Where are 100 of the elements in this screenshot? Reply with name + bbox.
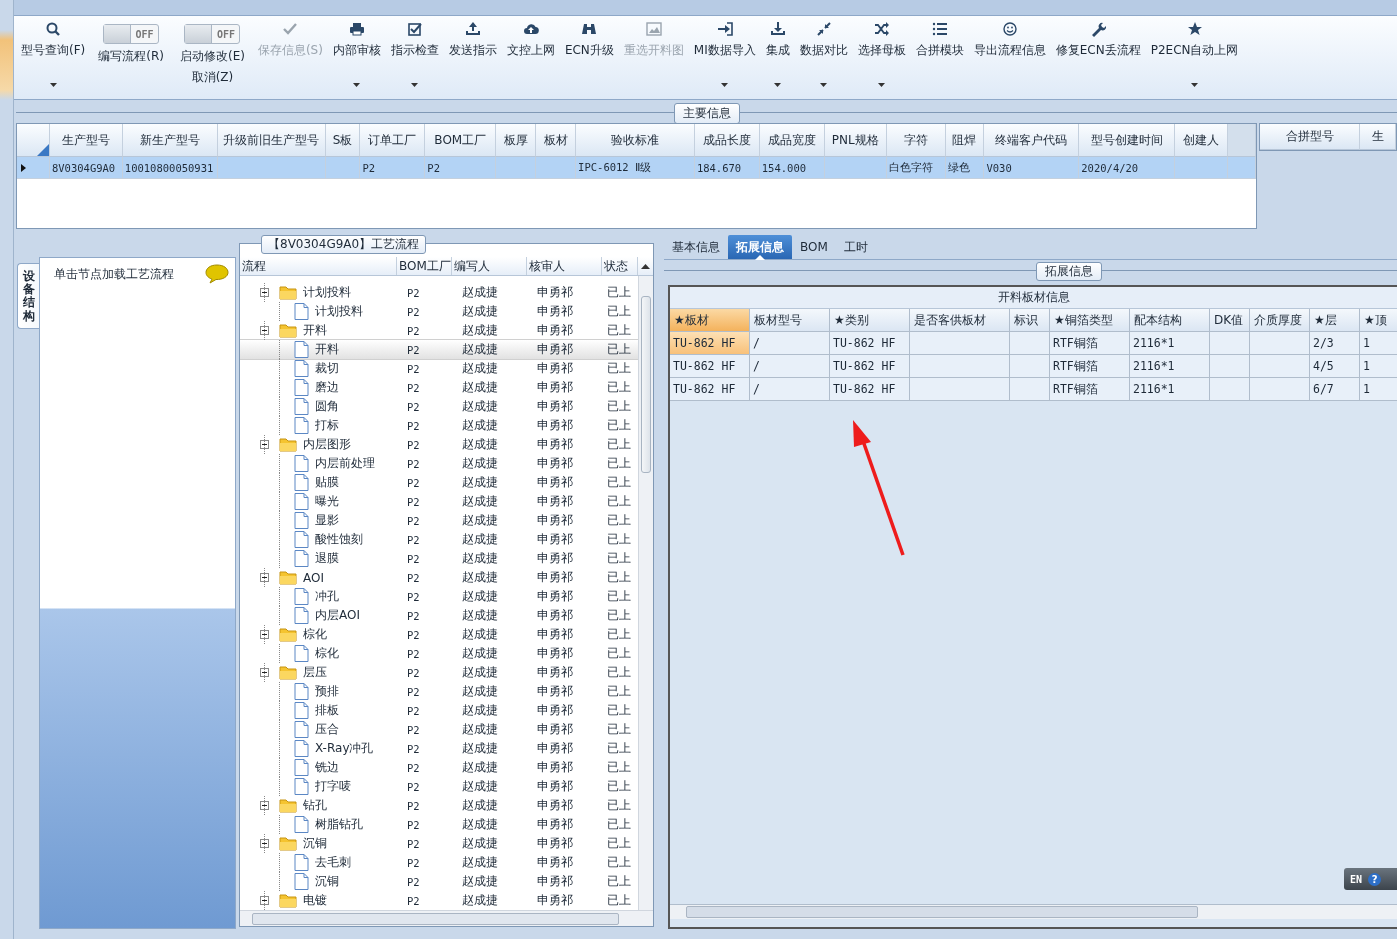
column-header[interactable]: 阻焊 (945, 124, 985, 157)
expander-icon[interactable] (260, 326, 269, 335)
toolbar-button[interactable]: 集成 (760, 16, 795, 94)
table-cell[interactable]: 6/7 (1310, 378, 1360, 401)
tree-row[interactable]: 去毛刺 P2 赵成捷 申勇祁 已上 (240, 853, 638, 872)
expander-icon[interactable] (260, 668, 269, 677)
column-header[interactable]: 生产型号 (49, 124, 123, 157)
tree-item[interactable]: 打字唛 (315, 778, 351, 795)
tree-item[interactable]: 内层前处理 (315, 455, 375, 472)
table-cell[interactable] (1210, 378, 1250, 401)
tree-item[interactable]: 圆角 (315, 398, 339, 415)
tree-row[interactable]: 计划投料 P2 赵成捷 申勇祁 已上 (240, 283, 638, 302)
column-header[interactable]: ★板材 (670, 309, 750, 332)
tree-item[interactable]: 排板 (315, 702, 339, 719)
column-header[interactable]: 验收标准 (576, 124, 695, 157)
column-header[interactable]: 字符 (886, 124, 946, 157)
toolbar-button[interactable]: MI数据导入 (688, 16, 761, 94)
toggle-switch[interactable]: OFF (103, 24, 160, 44)
expander-icon[interactable] (260, 440, 269, 449)
column-header[interactable]: 成品长度 (694, 124, 760, 157)
toolbar-button[interactable]: 合拼模块 (910, 16, 969, 94)
table-cell[interactable] (910, 378, 1010, 401)
tree-row[interactable]: 退膜 P2 赵成捷 申勇祁 已上 (240, 549, 638, 568)
tree-row[interactable]: 计划投料 P2 赵成捷 申勇祁 已上 (240, 302, 638, 321)
tree-item[interactable]: AOI (303, 570, 324, 585)
table-cell[interactable]: TU-862 HF (830, 332, 910, 355)
tree-row[interactable]: 压合 P2 赵成捷 申勇祁 已上 (240, 720, 638, 739)
table-cell[interactable]: 2/3 (1310, 332, 1360, 355)
tree-item[interactable]: 沉铜 (315, 873, 339, 890)
table-cell[interactable]: / (750, 378, 830, 401)
column-header[interactable]: 创建人 (1175, 124, 1229, 157)
toolbar-button[interactable]: 文控上网 (501, 16, 560, 94)
expander-icon[interactable] (260, 896, 269, 905)
tree-item[interactable]: 显影 (315, 512, 339, 529)
column-header[interactable]: 升级前旧生产型号 (217, 124, 326, 157)
tree-row[interactable]: 显影 P2 赵成捷 申勇祁 已上 (240, 511, 638, 530)
tree-row[interactable]: 酸性蚀刻 P2 赵成捷 申勇祁 已上 (240, 530, 638, 549)
column-header[interactable]: 型号创建时间 (1079, 124, 1176, 157)
table-cell[interactable]: 1 (1360, 378, 1397, 401)
sidebar-tab[interactable]: 设备结构 (17, 263, 39, 329)
column-header[interactable]: 核审人 (527, 257, 602, 275)
column-header[interactable]: 流程 (240, 257, 397, 275)
expander-icon[interactable] (260, 630, 269, 639)
table-cell[interactable]: TU-862 HF (830, 378, 910, 401)
column-header[interactable]: 成品宽度 (759, 124, 825, 157)
tree-item[interactable]: 开料 (315, 341, 339, 358)
scrollbar-thumb[interactable] (641, 296, 651, 473)
tree-row[interactable]: 冲孔 P2 赵成捷 申勇祁 已上 (240, 587, 638, 606)
tree-row[interactable]: 排板 P2 赵成捷 申勇祁 已上 (240, 701, 638, 720)
column-header[interactable]: S板 (325, 124, 361, 157)
tree-row[interactable]: 磨边 P2 赵成捷 申勇祁 已上 (240, 378, 638, 397)
language-indicator[interactable]: EN (1350, 873, 1363, 885)
tab[interactable]: BOM (792, 235, 836, 259)
tree-row[interactable]: AOI P2 赵成捷 申勇祁 已上 (240, 568, 638, 587)
toolbar-button[interactable]: 选择母板 (852, 16, 911, 94)
column-header[interactable]: 板材 (536, 124, 577, 157)
tree-item[interactable]: 曝光 (315, 493, 339, 510)
tree-row[interactable]: 内层图形 P2 赵成捷 申勇祁 已上 (240, 435, 638, 454)
tree-row[interactable]: X-Ray冲孔 P2 赵成捷 申勇祁 已上 (240, 739, 638, 758)
tree-item[interactable]: 磨边 (315, 379, 339, 396)
tree-item[interactable]: 去毛刺 (315, 854, 351, 871)
table-cell[interactable]: 2116*1 (1130, 355, 1210, 378)
tree-row[interactable]: 沉铜 P2 赵成捷 申勇祁 已上 (240, 834, 638, 853)
table-cell[interactable] (1210, 332, 1250, 355)
table-cell[interactable] (1250, 378, 1310, 401)
tree-row[interactable]: 棕化 P2 赵成捷 申勇祁 已上 (240, 625, 638, 644)
scrollbar-thumb[interactable] (686, 906, 1198, 918)
tree-item[interactable]: 内层图形 (303, 436, 351, 453)
column-header[interactable]: ★类别 (830, 309, 910, 332)
toggle-label[interactable]: 启动修改(E) (179, 48, 245, 65)
toolbar-button[interactable]: P2ECN自动上网 (1145, 16, 1244, 94)
tree-item[interactable]: 裁切 (315, 360, 339, 377)
table-cell[interactable]: 2116*1 (1130, 332, 1210, 355)
toolbar-button[interactable]: 型号查询(F) (16, 16, 91, 94)
table-cell[interactable]: TU-862 HF (670, 332, 750, 355)
column-header[interactable]: BOM工厂 (425, 124, 497, 157)
column-header[interactable]: PNL规格 (824, 124, 887, 157)
column-header[interactable]: 标识 (1010, 309, 1050, 332)
table-cell[interactable] (1010, 355, 1050, 378)
tree-item[interactable]: 贴膜 (315, 474, 339, 491)
toolbar-button[interactable]: ECN升级 (559, 16, 619, 94)
tree-item[interactable]: 酸性蚀刻 (315, 531, 363, 548)
column-header[interactable]: 生 (1360, 124, 1396, 150)
tree-row[interactable]: 层压 P2 赵成捷 申勇祁 已上 (240, 663, 638, 682)
tree-item[interactable]: 预排 (315, 683, 339, 700)
toggle-label[interactable]: 编写流程(R) (98, 48, 164, 65)
table-cell[interactable]: 4/5 (1310, 355, 1360, 378)
tree-row[interactable]: 棕化 P2 赵成捷 申勇祁 已上 (240, 644, 638, 663)
tree-row[interactable]: 圆角 P2 赵成捷 申勇祁 已上 (240, 397, 638, 416)
expander-icon[interactable] (260, 573, 269, 582)
tree-item[interactable]: 层压 (303, 664, 327, 681)
tree-item[interactable]: 电镀 (303, 892, 327, 909)
tree-item[interactable]: 树脂钻孔 (315, 816, 363, 833)
tree-item[interactable]: 退膜 (315, 550, 339, 567)
tree-item[interactable]: 计划投料 (315, 303, 363, 320)
column-header[interactable]: 终端客户代码 (984, 124, 1080, 157)
table-cell[interactable] (1210, 355, 1250, 378)
table-cell[interactable]: TU-862 HF (830, 355, 910, 378)
tree-row[interactable]: 开料 P2 赵成捷 申勇祁 已上 (240, 340, 638, 359)
table-cell[interactable] (1010, 378, 1050, 401)
